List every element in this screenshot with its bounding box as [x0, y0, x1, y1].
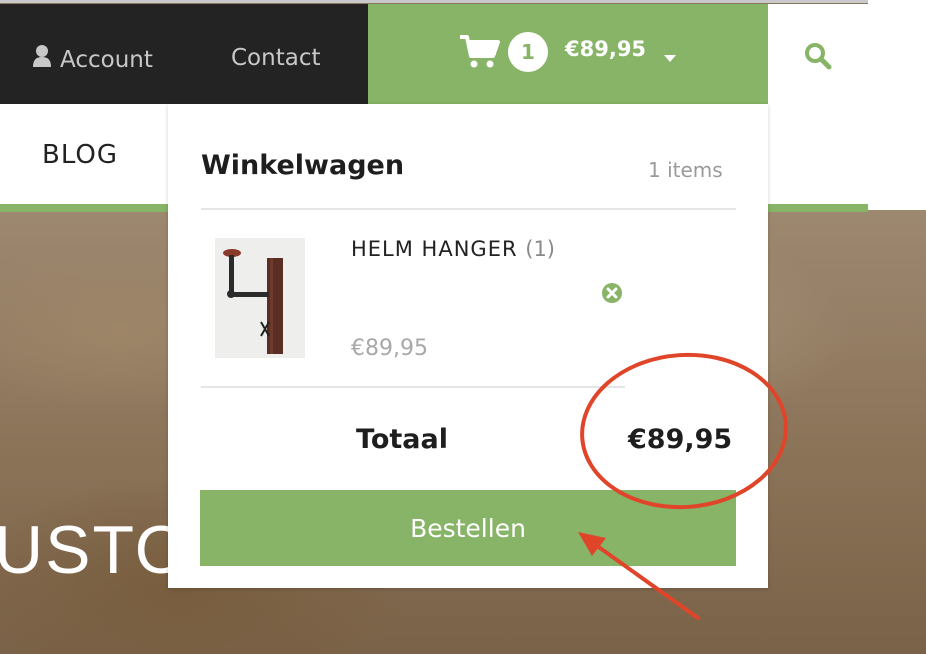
cart-title: Winkelwagen [201, 150, 405, 181]
account-label: Account [60, 46, 153, 73]
top-bar: Account Contact [0, 4, 368, 104]
cart-dropdown: Winkelwagen 1 items HELM HANGER (1) €89,… [168, 104, 768, 588]
divider [201, 208, 736, 210]
cart-total: €89,95 [565, 37, 647, 61]
cart-item-price: €89,95 [351, 336, 428, 361]
cart-count-badge: 1 [508, 32, 548, 72]
total-label: Totaal [356, 424, 448, 455]
divider [201, 386, 625, 388]
total-value: €89,95 [628, 424, 733, 455]
nav-item-blog[interactable]: BLOG [42, 140, 118, 170]
account-link[interactable]: Account [32, 44, 153, 75]
checkout-button[interactable]: Bestellen [200, 490, 736, 566]
user-icon [32, 44, 52, 75]
search-icon [804, 42, 832, 74]
shopping-cart-icon [459, 34, 500, 74]
remove-circle-icon[interactable] [601, 282, 623, 308]
cart-toggle[interactable]: 1 €89,95 [368, 4, 768, 104]
item-name: HELM HANGER [351, 237, 518, 261]
item-quantity: (1) [525, 237, 555, 261]
hero-heading: USTO [0, 512, 190, 588]
cart-item-name[interactable]: HELM HANGER (1) [351, 237, 555, 261]
cart-items-count: 1 items [648, 158, 723, 182]
product-thumbnail[interactable] [215, 238, 305, 358]
header-edge [868, 0, 926, 210]
contact-link[interactable]: Contact [231, 44, 320, 72]
top-border [0, 0, 926, 3]
search-button[interactable] [768, 4, 868, 104]
caret-down-icon [664, 48, 676, 67]
